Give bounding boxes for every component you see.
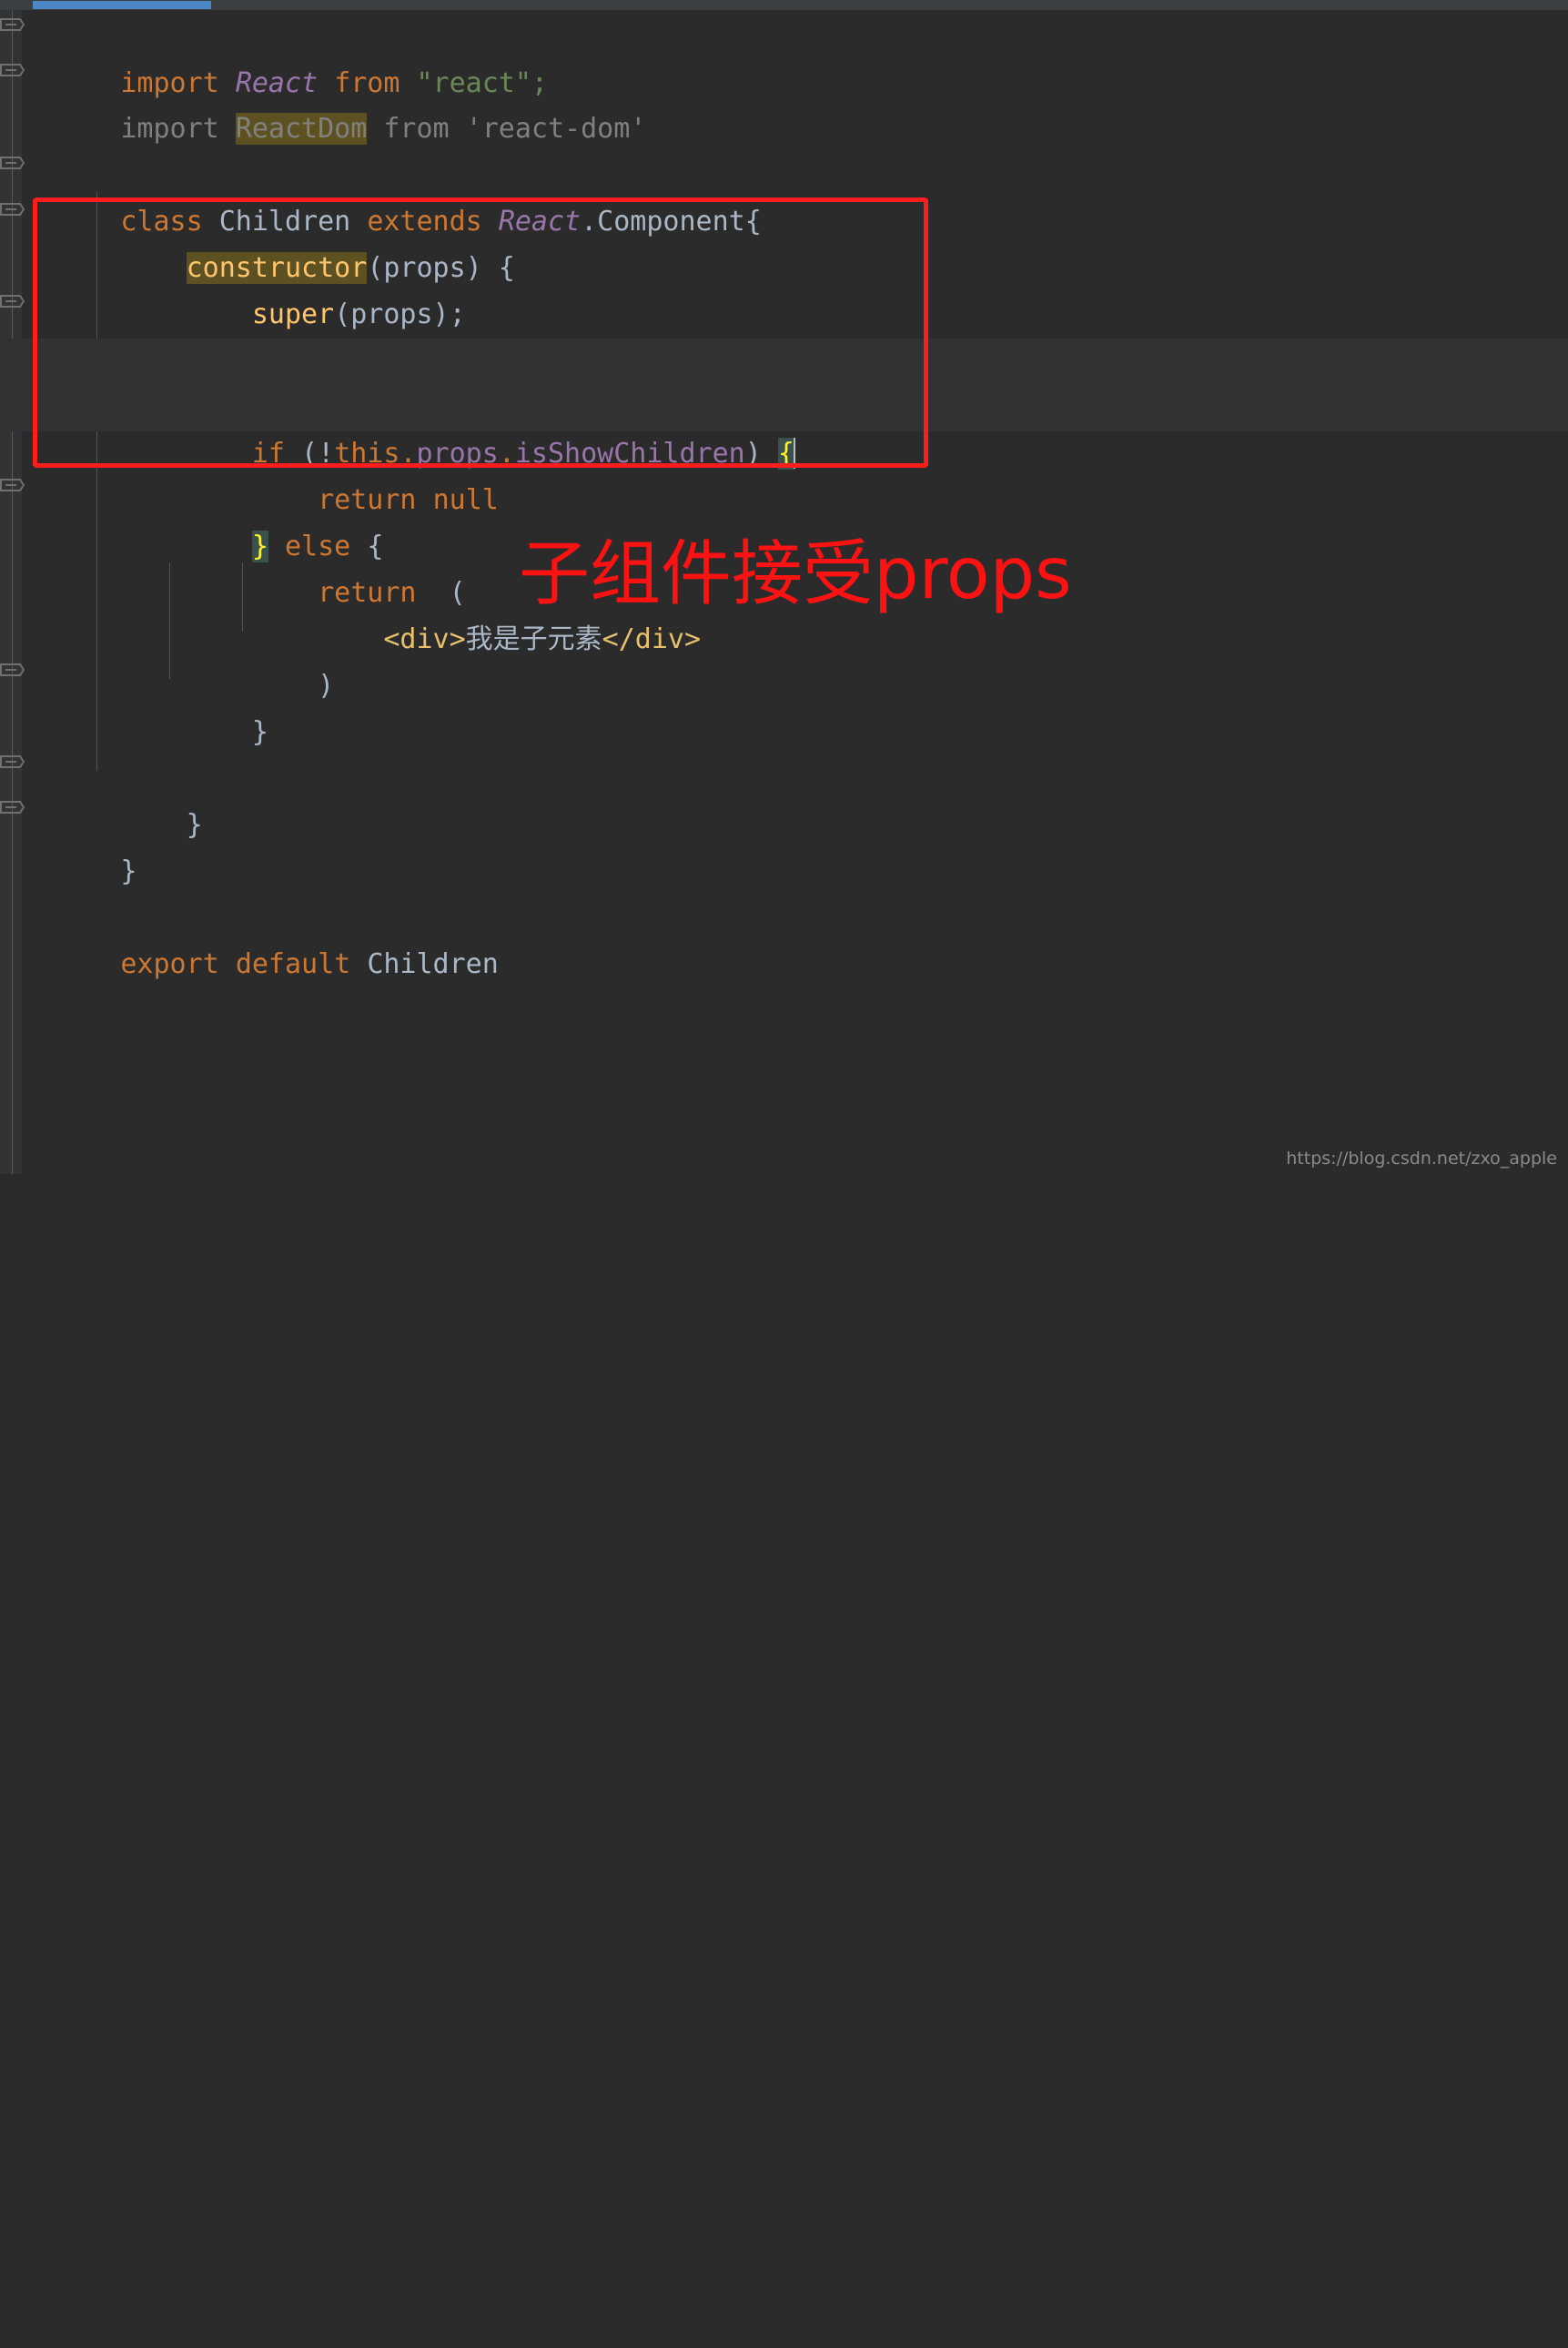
red-annotation-text: 子组件接受props xyxy=(519,533,1072,615)
code-line[interactable]: import ReactDom from 'react-dom' xyxy=(0,60,1568,145)
code-line[interactable]: render() { xyxy=(0,339,1568,423)
blog-url-watermark: https://blog.csdn.net/zxo_apple xyxy=(1286,1149,1557,1169)
horizontal-scrollbar-track[interactable] xyxy=(0,0,1568,10)
token-class-name: Children xyxy=(367,947,499,980)
code-line-active[interactable]: if (!this.props.isShowChildren) { xyxy=(0,385,1568,470)
code-line[interactable]: ) xyxy=(0,617,1568,702)
code-line[interactable]: } xyxy=(0,756,1568,841)
code-line[interactable]: class Children extends React.Component{ xyxy=(0,153,1568,238)
code-line[interactable]: super(props); xyxy=(0,246,1568,330)
token-keyword-export: export xyxy=(120,947,219,980)
code-line[interactable]: export default Children xyxy=(0,896,1568,980)
code-line[interactable]: } else { xyxy=(0,478,1568,562)
code-line[interactable]: import React from "react"; xyxy=(0,15,1568,99)
code-editor: import React from "react"; import ReactD… xyxy=(0,0,1568,1174)
code-line[interactable]: } xyxy=(0,803,1568,887)
code-line[interactable]: } xyxy=(0,292,1568,377)
token-brace-close: } xyxy=(120,855,137,887)
token-keyword: import xyxy=(120,112,219,145)
code-line[interactable]: constructor(props) { xyxy=(0,199,1568,284)
horizontal-scrollbar-thumb[interactable] xyxy=(33,1,211,9)
token-string: 'react-dom' xyxy=(465,112,647,145)
token-brace-close: } xyxy=(251,715,268,748)
token-keyword-default: default xyxy=(235,947,351,980)
code-line[interactable]: return null xyxy=(0,431,1568,516)
code-line[interactable]: } xyxy=(0,663,1568,748)
token-keyword-from: from xyxy=(383,112,450,145)
token-identifier-reactdom: ReactDom xyxy=(235,112,368,145)
